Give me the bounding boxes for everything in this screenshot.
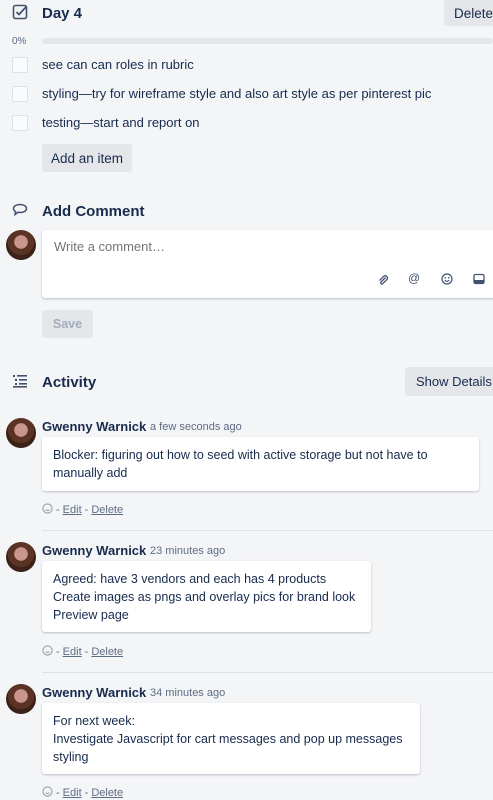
comment-actions: - Edit - Delete: [42, 645, 123, 659]
progress-bar: [42, 38, 493, 44]
comment-author[interactable]: Gwenny Warnick: [42, 543, 146, 558]
checklist-item-label[interactable]: styling—try for wireframe style and also…: [42, 86, 431, 101]
comment-body: Blocker: figuring out how to seed with a…: [42, 437, 479, 491]
comment-author[interactable]: Gwenny Warnick: [42, 685, 146, 700]
checklist-icon: [12, 4, 28, 23]
comment-input[interactable]: [52, 238, 456, 255]
divider: [42, 530, 493, 531]
comment-line: Investigate Javascript for cart messages…: [53, 732, 403, 746]
separator: -: [56, 787, 60, 799]
delete-link[interactable]: Delete: [91, 646, 123, 658]
comment-composer[interactable]: @: [42, 230, 493, 298]
comment-line: Preview page: [53, 608, 129, 622]
checklist-item-label[interactable]: testing—start and report on: [42, 115, 200, 130]
reaction-icon[interactable]: [42, 503, 53, 517]
comment-body: For next week: Investigate Javascript fo…: [42, 703, 420, 774]
edit-link[interactable]: Edit: [63, 787, 82, 799]
progress-percent: 0%: [12, 36, 27, 47]
avatar: [6, 542, 36, 572]
mention-icon[interactable]: @: [408, 271, 420, 285]
comment-line: styling: [53, 750, 89, 764]
emoji-icon[interactable]: [441, 272, 453, 288]
add-item-button[interactable]: Add an item: [42, 144, 132, 172]
comment-line: Blocker: figuring out how to seed with a…: [53, 448, 428, 462]
divider: [42, 672, 493, 673]
separator: -: [56, 504, 60, 516]
activity-icon: [12, 374, 28, 391]
avatar: [6, 230, 36, 260]
checklist-item-label[interactable]: see can can roles in rubric: [42, 57, 194, 72]
comment-body: Agreed: have 3 vendors and each has 4 pr…: [42, 561, 371, 632]
avatar: [6, 418, 36, 448]
delete-checklist-button[interactable]: Delete: [444, 0, 493, 26]
separator: -: [84, 646, 89, 658]
separator: -: [56, 646, 60, 658]
checklist-item-checkbox[interactable]: [12, 115, 28, 131]
comment-icon: [12, 203, 28, 220]
checklist-item-checkbox[interactable]: [12, 57, 28, 73]
comment-line: manually add: [53, 466, 128, 480]
edit-link[interactable]: Edit: [63, 504, 82, 516]
comment-line: Agreed: have 3 vendors and each has 4 pr…: [53, 572, 327, 586]
checklist-item-checkbox[interactable]: [12, 86, 28, 102]
edit-link[interactable]: Edit: [63, 646, 82, 658]
comment-actions: - Edit - Delete: [42, 503, 123, 517]
comment-time[interactable]: 23 minutes ago: [150, 545, 225, 557]
comment-author[interactable]: Gwenny Warnick: [42, 419, 146, 434]
save-button[interactable]: Save: [42, 310, 93, 338]
separator: -: [84, 787, 89, 799]
comment-time[interactable]: a few seconds ago: [150, 421, 242, 433]
attachment-icon[interactable]: [377, 273, 389, 289]
delete-link[interactable]: Delete: [91, 787, 123, 799]
separator: -: [84, 504, 89, 516]
comment-line: For next week:: [53, 714, 135, 728]
reaction-icon[interactable]: [42, 645, 53, 659]
comment-line: Create images as pngs and overlay pics f…: [53, 590, 356, 604]
checklist-title: Day 4: [42, 5, 83, 22]
delete-link[interactable]: Delete: [91, 504, 123, 516]
show-details-button[interactable]: Show Details: [405, 367, 493, 396]
activity-title: Activity: [42, 374, 97, 391]
card-icon[interactable]: [473, 272, 485, 288]
avatar: [6, 684, 36, 714]
comment-time[interactable]: 34 minutes ago: [150, 687, 225, 699]
add-comment-title: Add Comment: [42, 203, 145, 220]
